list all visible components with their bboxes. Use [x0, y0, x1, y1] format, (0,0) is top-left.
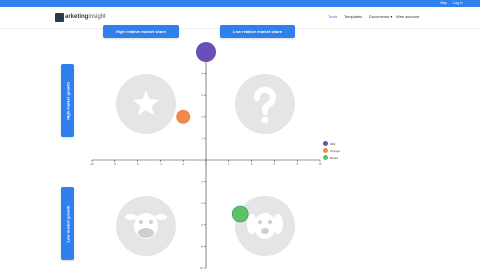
y-tick-label: -10	[199, 266, 203, 270]
legend-label: Milk	[330, 141, 336, 146]
legend-swatch	[323, 148, 328, 153]
x-tick-label: -8	[114, 162, 117, 166]
x-tick-label: 2	[228, 162, 230, 166]
bcg-matrix-chart: -10-8-6-4-20246810108642-2-4-6-8-10	[90, 42, 322, 270]
x-tick-label: 0	[205, 162, 207, 166]
x-tick-label: 6	[274, 162, 276, 166]
dog-eye-right	[268, 220, 272, 224]
legend-item[interactable]: Bread	[323, 154, 340, 161]
chart-bubbles	[176, 42, 249, 223]
y-tick-label: -6	[201, 223, 204, 227]
dog-eye-left	[258, 220, 262, 224]
cash-cow-icon	[116, 196, 176, 256]
cow-ear-left	[125, 214, 137, 220]
legend-swatch	[323, 155, 328, 160]
y-tick-label: -2	[201, 180, 204, 184]
legend-label: Orange	[330, 148, 341, 153]
x-tick-label: -6	[136, 162, 139, 166]
legend-item[interactable]: Orange	[323, 147, 340, 154]
question-mark-icon	[235, 74, 295, 134]
cow-eye-left	[139, 220, 143, 224]
dog-ear-right	[273, 214, 283, 234]
x-tick-label: -2	[182, 162, 185, 166]
chart-legend: Milk Orange Bread	[323, 140, 340, 161]
y-tick-label: 4	[202, 115, 204, 119]
x-tick-label: 4	[251, 162, 253, 166]
x-tick-label: 8	[296, 162, 298, 166]
y-tick-label: 6	[202, 93, 204, 97]
cow-ear-right	[155, 214, 167, 220]
bubble-bread	[231, 205, 249, 223]
star-icon	[116, 74, 176, 134]
legend-label: Bread	[330, 155, 339, 160]
y-tick-label: -8	[201, 244, 204, 248]
y-tick-label: 2	[202, 136, 204, 140]
bubble-milk	[196, 42, 216, 62]
legend-item[interactable]: Milk	[323, 140, 340, 147]
y-tick-label: 8	[202, 72, 204, 76]
dog-nose	[261, 228, 269, 234]
dog-icon	[235, 196, 295, 256]
x-tick-label: -10	[90, 162, 94, 166]
x-tick-label: 10	[319, 162, 322, 166]
y-tick-label: -4	[201, 201, 204, 205]
cow-eye-right	[149, 220, 153, 224]
dog-ear-left	[247, 214, 257, 234]
bubble-orange	[176, 109, 191, 124]
x-tick-label: -4	[159, 162, 162, 166]
cow-muzzle	[138, 228, 154, 238]
dog-head	[254, 213, 276, 239]
legend-swatch	[323, 141, 328, 146]
question-dot	[261, 116, 269, 124]
